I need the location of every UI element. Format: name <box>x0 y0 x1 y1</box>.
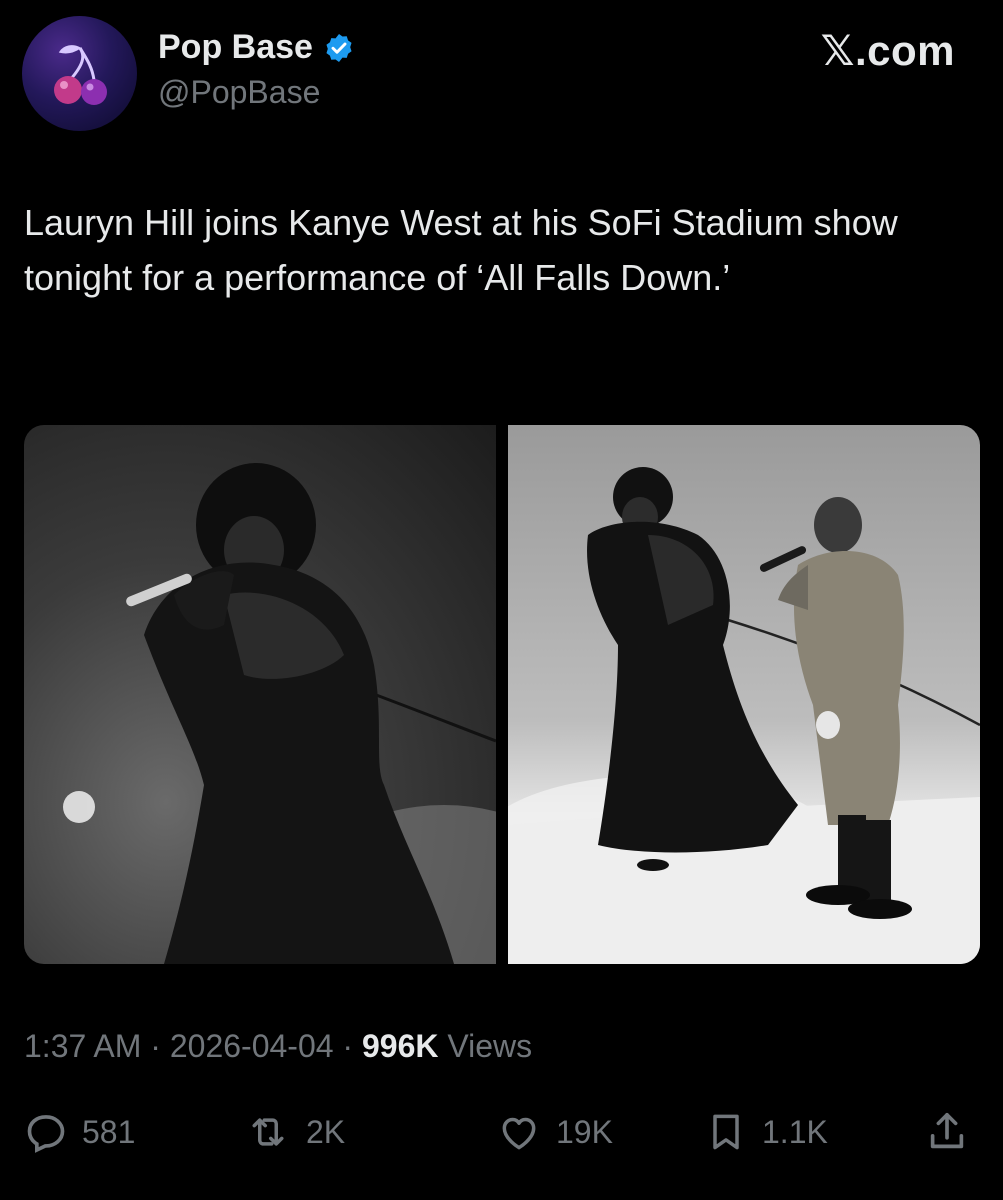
post-meta: 1:37 AM · 2026-04-04 · 996K Views <box>24 1028 532 1065</box>
share-button[interactable] <box>924 1100 970 1164</box>
reply-count: 581 <box>82 1113 136 1150</box>
bookmark-button[interactable]: 1.1K <box>704 1100 828 1164</box>
meta-separator-1: · <box>141 1028 170 1064</box>
post-time[interactable]: 1:37 AM <box>24 1028 141 1064</box>
like-button[interactable]: 19K <box>496 1100 613 1164</box>
repost-count: 2K <box>306 1113 346 1150</box>
author-handle[interactable]: @PopBase <box>158 74 320 111</box>
post-text: Lauryn Hill joins Kanye West at his SoFi… <box>24 202 898 298</box>
verified-badge-icon <box>326 33 352 62</box>
author-name-row[interactable]: Pop Base <box>158 28 355 67</box>
share-icon <box>930 1112 964 1149</box>
reply-button[interactable]: 581 <box>24 1100 135 1164</box>
like-count: 19K <box>556 1113 613 1150</box>
reply-icon <box>27 1115 65 1153</box>
photo-performer-icon <box>63 463 496 964</box>
views-count: 996K <box>361 1028 439 1064</box>
photo-duo-performance-icon <box>508 467 980 964</box>
post-date[interactable]: 2026-04-04 <box>170 1028 334 1064</box>
views-label: Views <box>447 1028 533 1064</box>
repost-button[interactable]: 2K <box>244 1100 345 1164</box>
cherries-icon <box>53 44 107 105</box>
post-media[interactable] <box>24 425 980 964</box>
author-display-name[interactable]: Pop Base <box>158 28 313 67</box>
repost-icon <box>252 1118 284 1146</box>
x-brand-label: 𝕏.com <box>820 27 955 74</box>
action-bar: 581 2K 19K 1.1K <box>24 1100 974 1164</box>
media-photo-2[interactable] <box>508 425 980 964</box>
bookmark-count: 1.1K <box>762 1113 828 1150</box>
heart-icon <box>502 1117 536 1150</box>
meta-separator-2: · <box>333 1028 362 1064</box>
media-photo-1[interactable] <box>24 425 496 964</box>
avatar[interactable] <box>22 16 137 131</box>
bookmark-icon <box>713 1114 739 1150</box>
